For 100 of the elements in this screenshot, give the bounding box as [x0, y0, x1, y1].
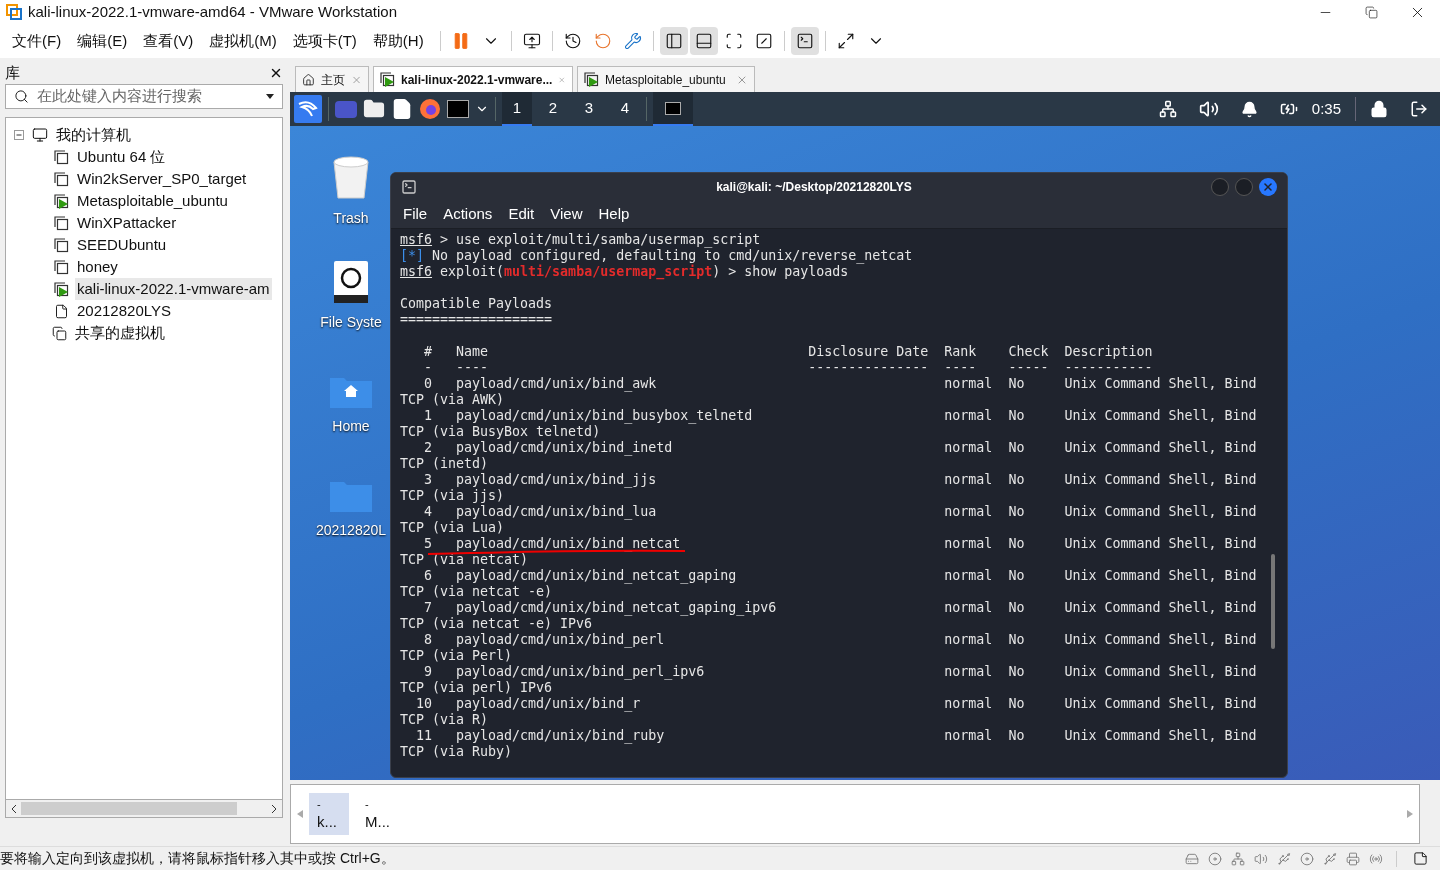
- description-text: TCP (via jjs): [400, 488, 505, 504]
- payload-name: payload/cmd/unix/bind_inetd: [456, 440, 673, 455]
- tab[interactable]: kali-linux-2022.1-vmware...: [373, 66, 573, 92]
- folder-icon[interactable]: [363, 98, 385, 120]
- tree-item[interactable]: SEEDUbuntu: [75, 233, 169, 257]
- scrollbar-thumb[interactable]: [21, 802, 237, 815]
- menu-item[interactable]: Edit: [508, 203, 535, 226]
- column-header: Disclosure Date: [808, 344, 929, 359]
- window-title: kali-linux-2022.1-vmware-amd64 - VMware Workstation: [28, 1, 399, 22]
- network-icon[interactable]: [1158, 100, 1177, 118]
- close-icon[interactable]: [269, 66, 283, 80]
- tab[interactable]: Metasploitable_ubuntu: [577, 66, 755, 92]
- rank-text: normal: [944, 536, 993, 551]
- menu-item[interactable]: 查看(V): [139, 29, 198, 53]
- usb-icon[interactable]: [1277, 851, 1291, 866]
- menu-item[interactable]: 虚拟机(M): [205, 29, 281, 53]
- check-text: No: [1008, 664, 1025, 679]
- tab[interactable]: 主页: [295, 66, 369, 92]
- collapse-toggle-icon[interactable]: [14, 130, 24, 140]
- vm-thumbnail[interactable]: - M...: [357, 793, 397, 835]
- tree-item[interactable]: Ubuntu 64 位: [75, 145, 168, 169]
- signal-icon[interactable]: [1369, 851, 1383, 866]
- header-rule: ----: [456, 360, 489, 375]
- description-text: TCP (via perl) IPv6: [400, 680, 553, 696]
- logout-icon[interactable]: [1410, 100, 1428, 118]
- tree-item[interactable]: Metasploitable_ubuntu: [75, 189, 230, 213]
- restore-icon[interactable]: [1364, 5, 1378, 19]
- header-rule: ----: [944, 360, 977, 375]
- check-text: No: [1008, 728, 1025, 743]
- tree-item[interactable]: honey: [75, 255, 120, 279]
- menu-item[interactable]: View: [550, 203, 583, 226]
- terminal-icon[interactable]: [447, 100, 469, 118]
- scroll-left-icon[interactable]: [11, 804, 16, 813]
- tree-item[interactable]: kali-linux-2022.1-vmware-am: [75, 277, 272, 301]
- bell-icon[interactable]: [1240, 100, 1258, 118]
- command-text: > use exploit/multi/samba/usermap_script: [440, 232, 761, 248]
- disc-icon[interactable]: [1300, 851, 1314, 866]
- rank-text: normal: [944, 696, 993, 711]
- row-number: 2: [424, 440, 432, 455]
- check-text: No: [1008, 632, 1025, 647]
- tree-item[interactable]: 我的计算机: [54, 123, 133, 147]
- rank-text: normal: [944, 600, 993, 615]
- menu-item[interactable]: 文件(F): [8, 29, 66, 53]
- menu-item[interactable]: File: [403, 203, 428, 226]
- section-heading: Compatible Payloads: [400, 296, 553, 312]
- scrollbar-thumb[interactable]: [1271, 554, 1275, 649]
- terminal-task-button[interactable]: [653, 92, 693, 126]
- rank-text: normal: [944, 472, 993, 487]
- drive-icon[interactable]: [333, 260, 369, 304]
- desktop-icon-label[interactable]: File Syste: [320, 312, 382, 333]
- note-icon[interactable]: [1413, 851, 1428, 866]
- caret-icon[interactable]: [266, 94, 274, 99]
- row-number: 10: [416, 696, 432, 711]
- desktop-icon-label[interactable]: 20212820L: [315, 520, 387, 541]
- vm-screen[interactable]: [290, 92, 1440, 780]
- check-text: No: [1008, 696, 1025, 711]
- disc-icon[interactable]: [1208, 851, 1222, 866]
- console-icon[interactable]: [790, 27, 819, 55]
- description-text: Unix Command Shell, Bind: [1064, 600, 1257, 615]
- payload-name: payload/cmd/unix/bind_perl_ipv6: [456, 664, 705, 679]
- maximize-button[interactable]: [1235, 178, 1253, 196]
- tree-item[interactable]: WinXPattacker: [75, 211, 179, 235]
- menu-item[interactable]: 帮助(H): [368, 29, 428, 53]
- document-icon[interactable]: [391, 98, 413, 120]
- check-text: No: [1008, 472, 1025, 487]
- printer-icon[interactable]: [1346, 851, 1360, 866]
- running-vm-icon: [584, 72, 599, 87]
- desktop-icon-label[interactable]: Home: [332, 416, 370, 437]
- tree-item[interactable]: 20212820LYS: [75, 299, 173, 323]
- scroll-right-icon[interactable]: [272, 804, 277, 813]
- library-panel-icon[interactable]: [659, 27, 688, 55]
- workspace-button[interactable]: 1: [502, 92, 532, 126]
- row-number: 5: [424, 536, 432, 551]
- clock-text[interactable]: 0:35: [1311, 97, 1341, 121]
- payload-name: payload/cmd/unix/bind_netcat_gaping: [456, 568, 737, 583]
- usb-icon[interactable]: [1323, 851, 1337, 866]
- menu-item[interactable]: Actions: [443, 203, 493, 226]
- workspace-button[interactable]: 3: [574, 92, 604, 126]
- trash-can-icon[interactable]: [332, 156, 370, 200]
- payload-name: payload/cmd/unix/bind_netcat_gaping_ipv6: [456, 600, 777, 615]
- lock-icon[interactable]: [1370, 100, 1388, 118]
- menu-item[interactable]: 编辑(E): [73, 29, 132, 53]
- check-text: No: [1008, 568, 1025, 583]
- description-text: Unix Command Shell, Bind: [1064, 472, 1257, 487]
- minimize-button[interactable]: [1211, 178, 1229, 196]
- tree-item[interactable]: Win2kServer_SP0_target: [75, 167, 249, 191]
- tree-item[interactable]: 共享的虚拟机: [73, 321, 167, 345]
- browser-icon[interactable]: [419, 98, 441, 120]
- check-text: No: [1008, 376, 1025, 391]
- menu-item[interactable]: Help: [598, 203, 630, 226]
- thumbnail-bar-icon[interactable]: [689, 27, 718, 55]
- search-field[interactable]: 在此处键入内容进行搜索: [5, 84, 283, 109]
- column-header: #: [424, 344, 432, 359]
- volume-icon[interactable]: [1198, 99, 1219, 119]
- vm-thumbnail[interactable]: - k...: [309, 793, 349, 835]
- workspace-button[interactable]: 2: [538, 92, 568, 126]
- workspace-button[interactable]: 4: [610, 92, 640, 126]
- speaker-icon[interactable]: [1254, 851, 1268, 866]
- desktop-icon-label[interactable]: Trash: [333, 208, 369, 229]
- menu-item[interactable]: 选项卡(T): [288, 29, 361, 53]
